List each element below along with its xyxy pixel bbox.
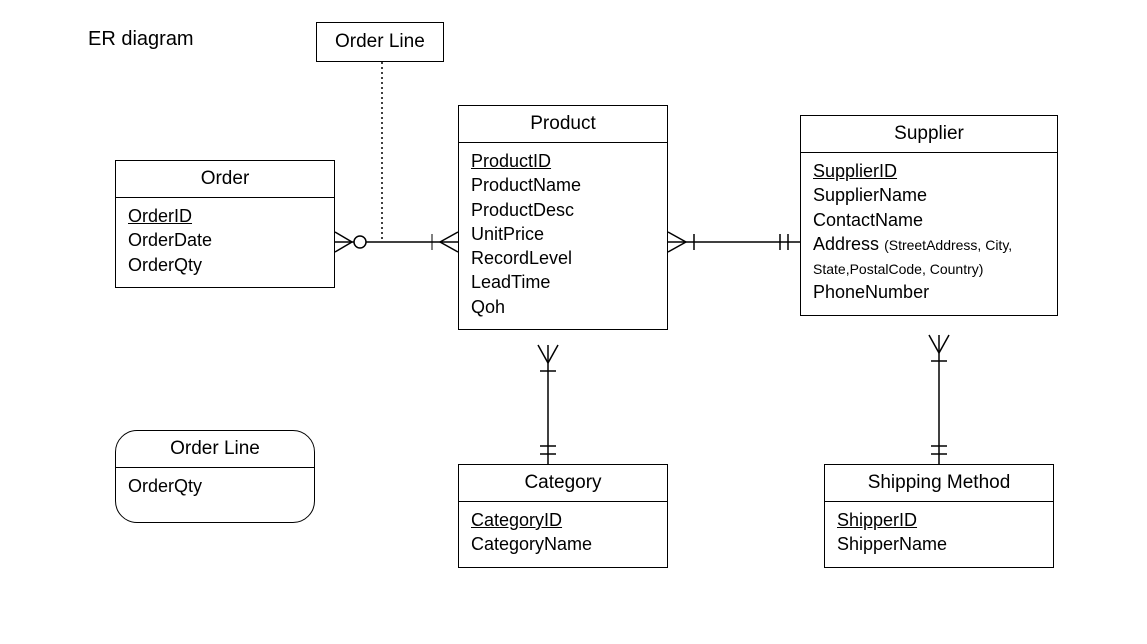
attr-product-qoh: Qoh [471,295,657,319]
attr-product-pk: ProductID [471,149,657,173]
attr-supplier-contact: ContactName [813,208,1047,232]
entity-order: Order OrderID OrderDate OrderQty [115,160,335,288]
attr-product-price: UnitPrice [471,222,657,246]
entity-supplier: Supplier SupplierID SupplierName Contact… [800,115,1058,316]
entity-supplier-body: SupplierID SupplierName ContactName Addr… [801,153,1057,315]
attr-order-date: OrderDate [128,228,324,252]
entity-category-header: Category [459,465,667,502]
entity-orderline-body: OrderQty [116,468,314,522]
attr-supplier-phone: PhoneNumber [813,280,1047,304]
diagram-title: ER diagram [88,28,194,51]
entity-supplier-header: Supplier [801,116,1057,153]
entity-orderline-header: Order Line [116,431,314,468]
er-diagram-canvas: ER diagram Order Line Order OrderID Orde… [0,0,1147,644]
entity-category: Category CategoryID CategoryName [458,464,668,568]
entity-shipping: Shipping Method ShipperID ShipperName [824,464,1054,568]
entity-product-header: Product [459,106,667,143]
attr-order-pk: OrderID [128,204,324,228]
entity-order-body: OrderID OrderDate OrderQty [116,198,334,287]
entity-category-body: CategoryID CategoryName [459,502,667,567]
attr-supplier-address-label: Address [813,234,879,254]
entity-product-body: ProductID ProductName ProductDesc UnitPr… [459,143,667,329]
attr-order-qty: OrderQty [128,253,324,277]
attr-product-leadtime: LeadTime [471,270,657,294]
entity-orderline: Order Line OrderQty [115,430,315,523]
entity-shipping-header: Shipping Method [825,465,1053,502]
attr-product-desc: ProductDesc [471,198,657,222]
entity-product: Product ProductID ProductName ProductDes… [458,105,668,330]
order-line-label-box: Order Line [316,22,444,62]
attr-product-name: ProductName [471,173,657,197]
entity-order-header: Order [116,161,334,198]
attr-category-pk: CategoryID [471,508,657,532]
attr-supplier-pk: SupplierID [813,159,1047,183]
attr-orderline-qty: OrderQty [128,474,304,498]
attr-shipping-name: ShipperName [837,532,1043,556]
attr-supplier-address: Address (StreetAddress, City, State,Post… [813,232,1047,281]
attr-category-name: CategoryName [471,532,657,556]
attr-product-recordlevel: RecordLevel [471,246,657,270]
entity-shipping-body: ShipperID ShipperName [825,502,1053,567]
attr-supplier-name: SupplierName [813,183,1047,207]
attr-shipping-pk: ShipperID [837,508,1043,532]
